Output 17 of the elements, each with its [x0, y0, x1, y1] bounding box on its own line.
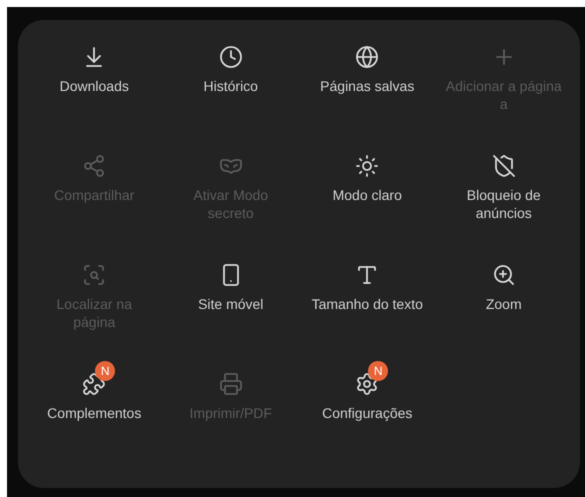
clock-icon[interactable] [218, 45, 243, 69]
menu-item-label[interactable]: Complementos [47, 404, 142, 422]
menu-item-label[interactable]: Zoom [486, 295, 522, 313]
menu-item-label[interactable]: Tamanho do texto [312, 295, 423, 313]
new-badge: N [95, 361, 116, 381]
menu-item-label[interactable]: Site móvel [198, 295, 264, 313]
menu-item-label[interactable]: Histórico [204, 77, 258, 95]
shield-icon[interactable] [492, 154, 516, 178]
menu-item-label[interactable]: Bloqueio de anúncios [444, 186, 564, 222]
menu-item-label[interactable]: Downloads [60, 77, 129, 95]
menu-item-label[interactable]: Modo claro [332, 186, 402, 204]
menu-item-label[interactable]: Páginas salvas [320, 77, 414, 95]
new-badge: N [368, 361, 388, 381]
globe-icon[interactable] [355, 45, 380, 69]
sun-icon[interactable] [355, 154, 380, 178]
menu-item-label[interactable]: Configurações [322, 404, 412, 422]
zoom-in-icon[interactable] [492, 263, 516, 287]
